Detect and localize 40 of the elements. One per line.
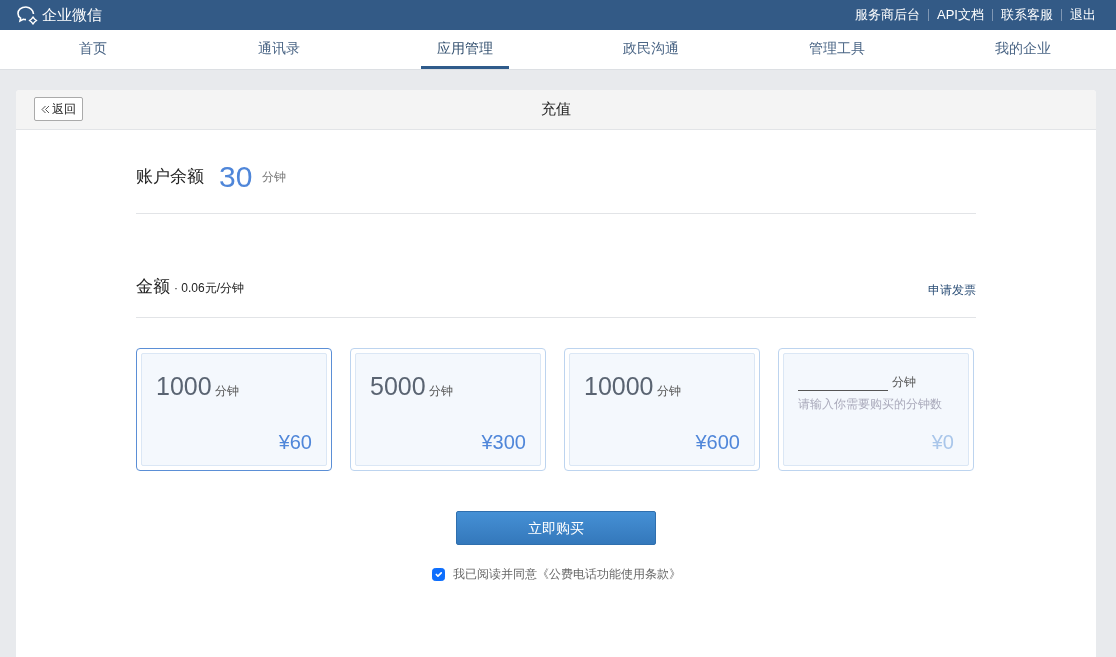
minutes-unit: 分钟 [214, 383, 239, 400]
top-link[interactable]: 联系客服 [1001, 5, 1053, 25]
package-card[interactable]: 1000 分钟 ¥60 [136, 348, 332, 471]
nav-tab[interactable]: 首页 [63, 30, 123, 69]
nav-tab[interactable]: 我的企业 [979, 30, 1067, 69]
price-text: ¥600 [694, 430, 740, 455]
page-title: 充值 [541, 99, 571, 120]
nav-tab[interactable]: 通讯录 [242, 30, 316, 69]
input-hint: 请输入你需要购买的分钟数 [798, 395, 943, 413]
back-button[interactable]: 返回 [34, 97, 83, 121]
minutes-unit: 分钟 [428, 383, 453, 400]
double-chevron-left-icon [41, 105, 50, 115]
price-text: ¥60 [277, 430, 312, 455]
chat-bubble-icon [16, 5, 38, 25]
minutes-value: 1000 [156, 371, 212, 402]
package-card[interactable]: 10000 分钟 ¥600 [564, 348, 760, 471]
amount-label: 金额 [136, 275, 170, 298]
nav-tab[interactable]: 政民沟通 [607, 30, 695, 69]
price-text: ¥300 [480, 430, 526, 455]
invoice-link[interactable]: 申请发票 [928, 281, 976, 299]
nav-tab[interactable]: 管理工具 [793, 30, 881, 69]
balance-value: 30 [219, 159, 253, 195]
rate-text: · 0.06元/分钟 [174, 279, 245, 297]
top-link[interactable]: API文档 [937, 5, 984, 25]
agreement-text: 我已阅读并同意《公费电话功能使用条款》 [452, 566, 681, 583]
minutes-unit: 分钟 [656, 383, 681, 400]
price-text: ¥0 [930, 430, 954, 455]
package-card[interactable]: 分钟 请输入你需要购买的分钟数 ¥0 [778, 348, 974, 471]
brand-name: 企业微信 [42, 4, 102, 25]
balance-unit: 分钟 [262, 168, 287, 186]
buy-button[interactable]: 立即购买 [456, 511, 656, 545]
minutes-value: 5000 [370, 371, 426, 402]
minutes-unit: 分钟 [892, 373, 916, 391]
package-card[interactable]: 5000 分钟 ¥300 [350, 348, 546, 471]
agreement-checkbox[interactable] [431, 567, 445, 581]
balance-label: 账户余额 [136, 165, 204, 188]
top-link[interactable]: 退出 [1070, 5, 1096, 25]
top-link[interactable]: 服务商后台 [855, 5, 921, 25]
minutes-value: 10000 [584, 371, 654, 402]
nav-tab[interactable]: 应用管理 [421, 30, 509, 69]
